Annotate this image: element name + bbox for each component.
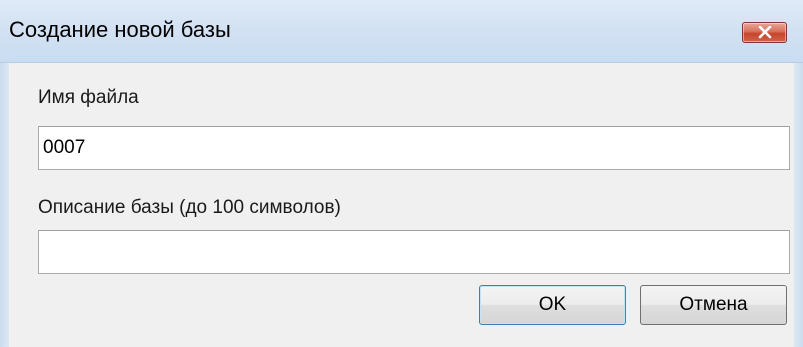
description-input[interactable] (38, 230, 790, 274)
cancel-button[interactable]: Отмена (640, 285, 787, 325)
dialog-title: Создание новой базы (9, 17, 231, 42)
create-database-dialog: Создание новой базы Имя файла Описание б… (0, 0, 803, 347)
window-frame-left (0, 63, 9, 347)
close-button[interactable] (742, 22, 787, 43)
close-icon (758, 26, 772, 39)
window-frame-right (794, 63, 803, 347)
description-label: Описание базы (до 100 символов) (38, 197, 341, 218)
title-bar[interactable]: Создание новой базы (0, 0, 803, 63)
filename-input[interactable] (38, 126, 790, 170)
ok-button[interactable]: OK (479, 285, 626, 325)
filename-label: Имя файла (38, 87, 139, 108)
